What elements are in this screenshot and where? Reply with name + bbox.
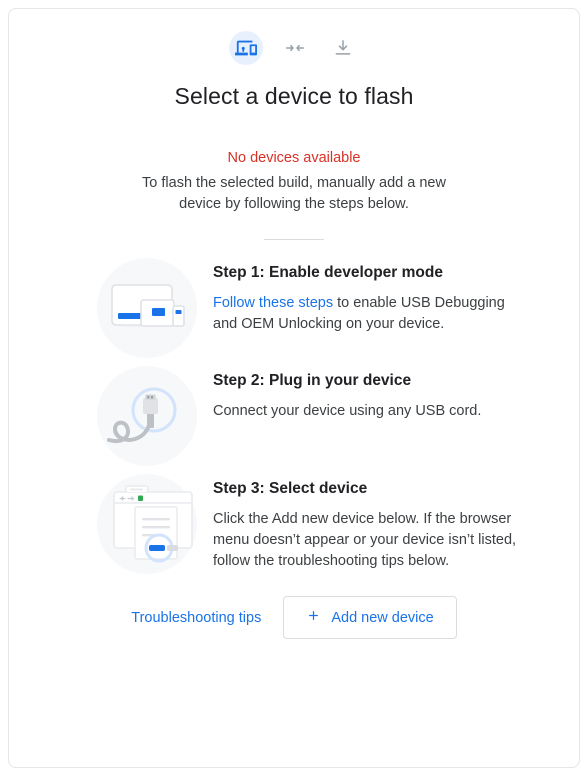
steps-list: Step 1: Enable developer mode Follow the… [9,258,579,574]
step-3-title: Step 3: Select device [213,480,368,497]
step-2: Step 2: Plug in your device Connect your… [9,366,579,466]
section-divider [264,239,324,240]
status-description: To flash the selected build, manually ad… [142,175,446,212]
usb-cable-illustration [97,366,197,466]
step-1-body: Step 1: Enable developer mode Follow the… [213,258,519,335]
download-icon[interactable] [327,32,359,64]
stepper-icon-row [9,9,579,65]
browser-dialog-illustration [97,474,197,574]
step-3: Step 3: Select device Click the Add new … [9,474,579,574]
add-new-device-label: Add new device [331,609,434,626]
devices-icon[interactable] [229,31,263,65]
step-3-description: Click the Add new device below. If the b… [213,511,517,569]
device-flash-card: Select a device to flash No devices avai… [8,8,580,768]
step-2-description: Connect your device using any USB cord. [213,403,482,419]
step-3-body: Step 3: Select device Click the Add new … [213,474,519,572]
add-new-device-button[interactable]: Add new device [283,596,457,639]
step-1-title: Step 1: Enable developer mode [213,264,443,281]
page-title: Select a device to flash [174,83,414,109]
step-1: Step 1: Enable developer mode Follow the… [9,258,579,358]
step-2-title: Step 2: Plug in your device [213,372,412,389]
step-2-body: Step 2: Plug in your device Connect your… [213,366,519,422]
connect-arrows-icon[interactable] [279,32,311,64]
troubleshooting-tips-link[interactable]: Troubleshooting tips [131,610,261,626]
devices-illustration [97,258,197,358]
step-1-description: Follow these steps to enable USB Debuggi… [213,293,519,335]
footer-actions: Troubleshooting tips Add new device [9,596,579,639]
follow-these-steps-link[interactable]: Follow these steps [213,295,333,311]
no-devices-status: No devices available [227,150,361,166]
plus-icon [306,608,321,627]
